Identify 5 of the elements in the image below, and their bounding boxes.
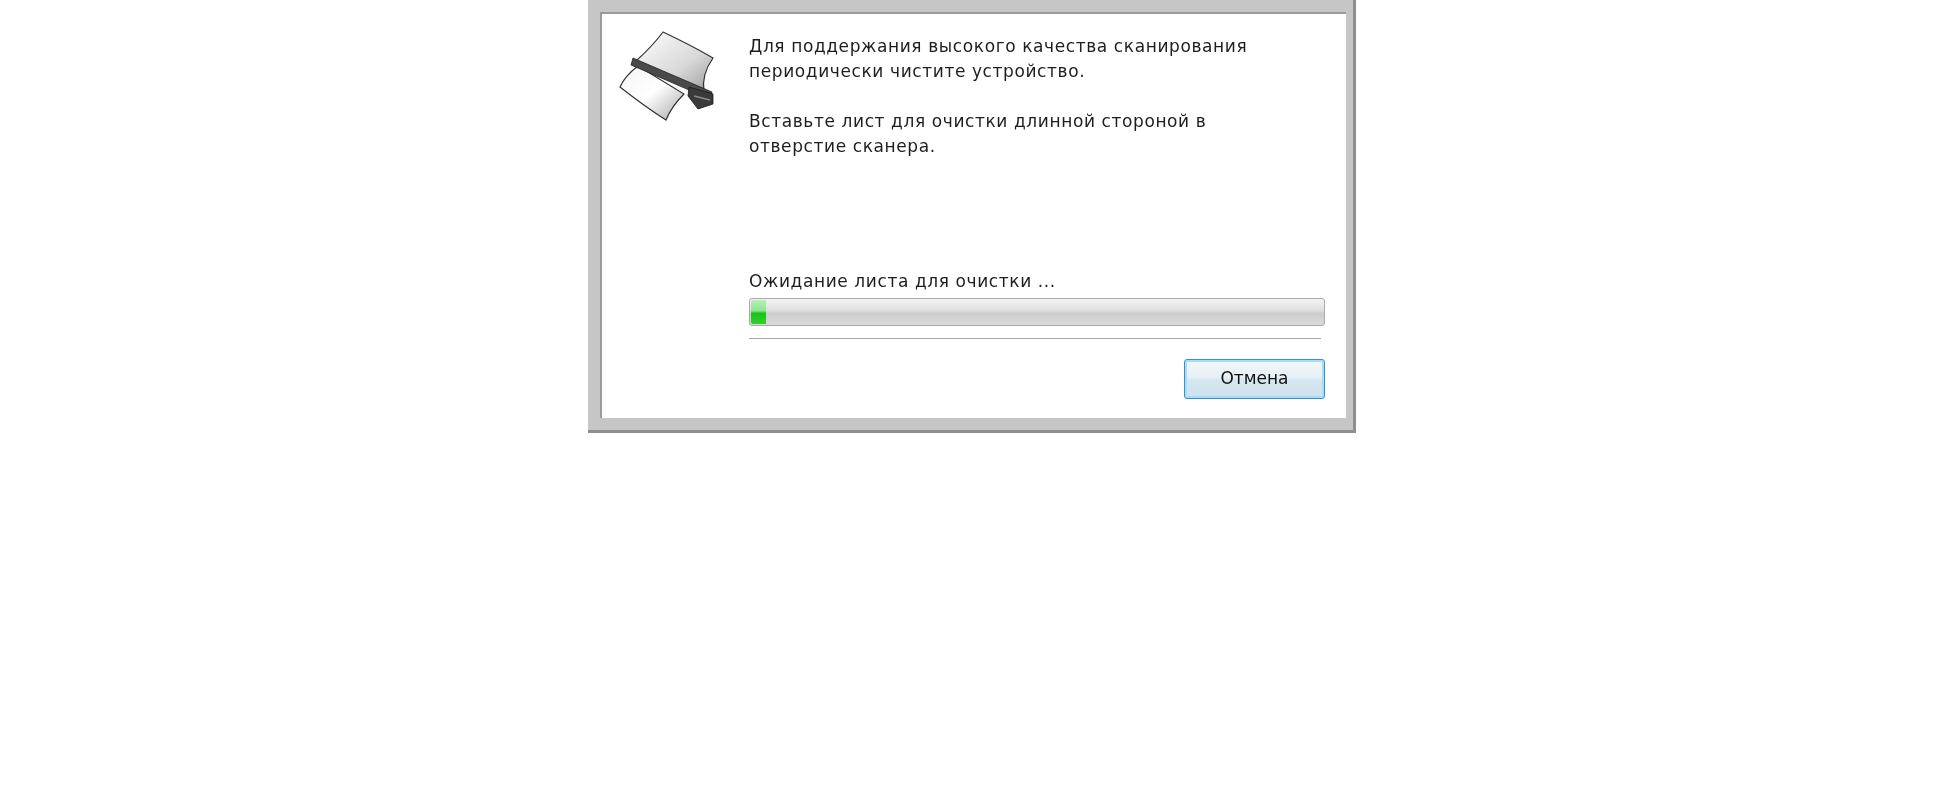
status-text: Ожидание листа для очистки ...: [749, 270, 1057, 293]
cancel-button[interactable]: Отмена: [1184, 359, 1325, 399]
message-text: Для поддержания высокого качества сканирования периодически чистите устройство.: [749, 35, 1249, 83]
scanner-icon: [618, 30, 715, 121]
message-text: Вставьте лист для очистки длинной стороной в отверстие сканера.: [749, 110, 1208, 158]
